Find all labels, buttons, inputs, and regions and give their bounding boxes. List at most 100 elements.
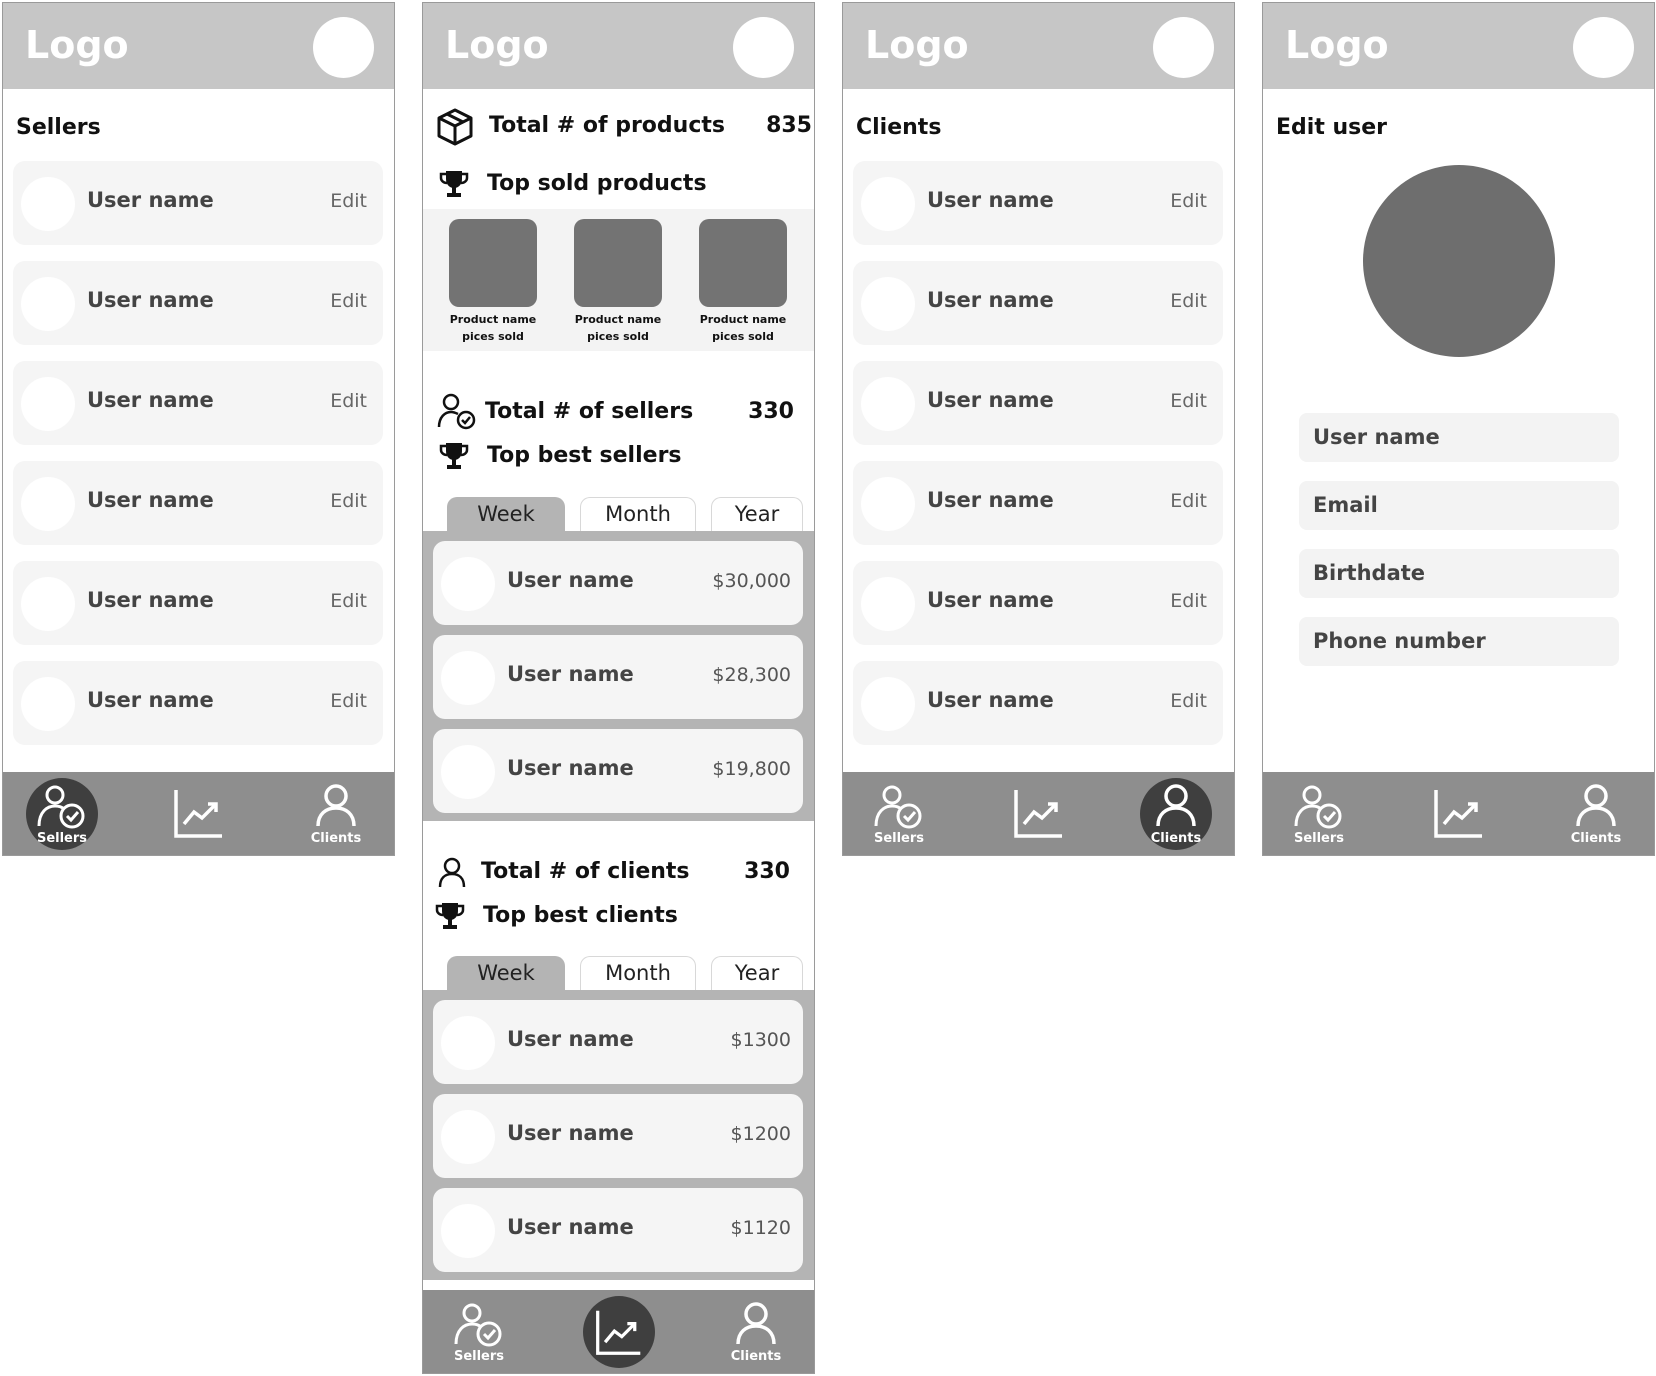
avatar [21,577,75,631]
tab-month[interactable]: Month [580,956,696,990]
edit-button[interactable]: Edit [1170,190,1207,212]
edit-button[interactable]: Edit [330,290,367,312]
nav-sellers[interactable]: Sellers [1283,778,1355,850]
list-item[interactable]: User name $28,300 [433,635,803,719]
tab-month[interactable]: Month [580,497,696,531]
trophy-icon [439,171,469,197]
user-name: User name [507,1121,634,1145]
list-item[interactable]: User name $30,000 [433,541,803,625]
user-photo[interactable] [1363,165,1555,357]
bottom-nav: Sellers Clients [843,772,1234,855]
purchase-amount: $1200 [730,1123,791,1145]
user-name: User name [87,588,214,612]
tab-year[interactable]: Year [711,497,803,531]
list-item[interactable]: User name Edit [13,361,383,445]
list-item[interactable]: User name $19,800 [433,729,803,813]
nav-dashboard[interactable] [1423,778,1495,850]
email-field[interactable]: Email [1299,481,1619,530]
phone-field-label: Phone number [1313,629,1486,653]
top-bar: Logo [423,3,814,89]
user-name: User name [87,488,214,512]
list-item[interactable]: User name Edit [853,661,1223,745]
list-item[interactable]: User name Edit [853,261,1223,345]
avatar [861,177,915,231]
nav-dashboard[interactable] [163,778,235,850]
list-item[interactable]: User name Edit [13,661,383,745]
edit-button[interactable]: Edit [330,590,367,612]
list-item[interactable]: User name Edit [853,561,1223,645]
user-name: User name [927,488,1054,512]
nav-clients[interactable]: Clients [1560,778,1632,850]
nav-dashboard[interactable] [583,1296,655,1368]
edit-button[interactable]: Edit [330,690,367,712]
user-name: User name [507,662,634,686]
tab-year[interactable]: Year [711,956,803,990]
nav-label-sellers: Sellers [873,831,925,846]
username-field-label: User name [1313,425,1440,449]
list-item[interactable]: User name Edit [13,161,383,245]
product-sold: pices sold [712,330,774,343]
list-item[interactable]: User name $1200 [433,1094,803,1178]
edit-button[interactable]: Edit [1170,390,1207,412]
top-bar: Logo [843,3,1234,89]
user-name: User name [927,588,1054,612]
profile-avatar[interactable] [1573,17,1634,78]
list-item[interactable]: User name Edit [13,461,383,545]
nav-label-clients: Clients [310,831,362,846]
profile-avatar[interactable] [1153,17,1214,78]
nav-label-sellers: Sellers [36,831,88,846]
list-item[interactable]: User name Edit [853,461,1223,545]
profile-avatar[interactable] [733,17,794,78]
total-clients-label: Total # of clients [481,859,690,884]
top-products-label: Top sold products [487,171,707,196]
nav-clients[interactable]: Clients [300,778,372,850]
product-card[interactable]: Product name pices sold [699,219,787,345]
sales-amount: $19,800 [712,758,791,780]
product-name: Product name [574,313,662,326]
nav-dashboard[interactable] [1003,778,1075,850]
nav-label-sellers: Sellers [453,1349,505,1364]
edit-button[interactable]: Edit [1170,690,1207,712]
list-item[interactable]: User name Edit [13,261,383,345]
total-sellers-label: Total # of sellers [485,399,694,424]
edit-button[interactable]: Edit [330,190,367,212]
list-item[interactable]: User name Edit [13,561,383,645]
product-card[interactable]: Product name pices sold [449,219,537,345]
tab-week[interactable]: Week [447,497,565,531]
list-item[interactable]: User name $1120 [433,1188,803,1272]
chart-line-icon [174,790,222,838]
username-field[interactable]: User name [1299,413,1619,462]
user-icon [736,1302,776,1345]
edit-button[interactable]: Edit [1170,590,1207,612]
nav-sellers[interactable]: Sellers [863,778,935,850]
user-name: User name [927,388,1054,412]
edit-button[interactable]: Edit [1170,290,1207,312]
chart-line-icon [1434,790,1482,838]
edit-button[interactable]: Edit [330,490,367,512]
profile-avatar[interactable] [313,17,374,78]
nav-clients[interactable]: Clients [1140,778,1212,850]
nav-sellers[interactable]: Sellers [443,1296,515,1368]
edit-button[interactable]: Edit [330,390,367,412]
page-title: Clients [856,115,942,140]
nav-sellers[interactable]: Sellers [26,778,98,850]
tab-week[interactable]: Week [447,956,565,990]
user-check-icon [37,785,85,829]
list-item[interactable]: User name Edit [853,361,1223,445]
clients-screen: Logo Clients User name Edit User name Ed… [842,2,1235,856]
phone-field[interactable]: Phone number [1299,617,1619,666]
top-bar: Logo [1263,3,1654,89]
user-name: User name [507,756,634,780]
list-item[interactable]: User name Edit [853,161,1223,245]
avatar [861,677,915,731]
list-item[interactable]: User name $1300 [433,1000,803,1084]
birthdate-field[interactable]: Birthdate [1299,549,1619,598]
edit-button[interactable]: Edit [1170,490,1207,512]
avatar [21,477,75,531]
clients-period-tabs: Week Month Year [423,956,814,990]
product-card[interactable]: Product name pices sold [574,219,662,345]
user-name: User name [927,288,1054,312]
product-name: Product name [449,313,537,326]
nav-clients[interactable]: Clients [720,1296,792,1368]
sales-amount: $28,300 [712,664,791,686]
